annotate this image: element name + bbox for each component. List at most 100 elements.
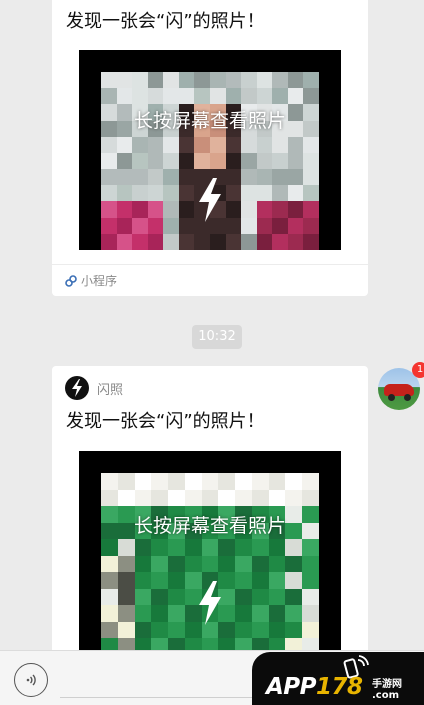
mosaic-pixel — [256, 152, 273, 170]
flash-bolt-icon — [199, 581, 221, 625]
mosaic-pixel — [225, 72, 242, 89]
mosaic-pixel — [168, 489, 185, 506]
flash-app-icon — [65, 376, 89, 400]
mosaic-pixel — [194, 233, 210, 250]
mosaic-pixel — [178, 169, 195, 186]
mosaic-pixel — [287, 136, 304, 153]
mosaic-pixel — [287, 185, 304, 202]
flash-photo-card-2[interactable]: 闪照 发现一张会“闪”的照片！ 长按屏幕查看照片 — [52, 366, 368, 666]
mosaic-pixel — [287, 217, 304, 234]
mosaic-pixel — [225, 88, 242, 105]
unread-badge: 1 — [412, 362, 424, 378]
mosaic-pixel — [241, 233, 257, 250]
mosaic-pixel — [201, 489, 219, 506]
mosaic-pixel — [168, 588, 185, 605]
message-input[interactable] — [60, 697, 260, 698]
mosaic-pixel — [163, 169, 179, 186]
mosaic-pixel — [132, 88, 148, 105]
mosaic-pixel — [241, 72, 257, 89]
mosaic-pixel — [241, 169, 257, 186]
mosaic-pixel — [218, 555, 236, 572]
mosaic-pixel — [117, 572, 135, 589]
mosaic-pixel — [117, 588, 135, 605]
mosaic-pixel — [117, 539, 135, 556]
card-title: 发现一张会“闪”的照片！ — [66, 411, 265, 432]
mosaic-pixel — [116, 88, 133, 105]
mosaic-pixel — [241, 152, 257, 170]
flash-bolt-icon — [199, 178, 221, 222]
mosaic-pixel — [256, 72, 273, 89]
mosaic-pixel — [256, 136, 273, 153]
mosaic-pixel — [303, 233, 319, 250]
mosaic-pixel — [209, 233, 226, 250]
mosaic-pixel — [268, 489, 286, 506]
mosaic-pixel — [194, 88, 210, 105]
mosaic-pixel — [134, 588, 152, 605]
mosaic-pixel — [287, 233, 304, 250]
mosaic-pixel — [151, 572, 169, 589]
mosaic-pixel — [168, 572, 185, 589]
mosaic-pixel — [303, 185, 319, 202]
mosaic-pixel — [116, 72, 133, 89]
mosaic-pixel — [235, 489, 252, 506]
pixelated-photo — [101, 72, 319, 250]
mosaic-pixel — [241, 88, 257, 105]
watermark-logo: APP178 — [266, 674, 363, 700]
mosaic-pixel — [201, 473, 219, 490]
mosaic-pixel — [303, 136, 319, 153]
flash-photo-card-1[interactable]: 发现一张会“闪”的照片！ 长按屏幕查看照片 小程序 — [52, 0, 368, 296]
mosaic-pixel — [272, 185, 288, 202]
mosaic-pixel — [147, 88, 164, 105]
mosaic-pixel — [132, 217, 148, 234]
mosaic-pixel — [184, 539, 202, 556]
mosaic-pixel — [209, 152, 226, 170]
mosaic-pixel — [251, 605, 269, 622]
mini-program-footer[interactable]: 小程序 — [52, 264, 368, 296]
mosaic-pixel — [287, 152, 304, 170]
mosaic-pixel — [303, 201, 319, 218]
mosaic-pixel — [168, 473, 185, 490]
mosaic-pixel — [163, 88, 179, 105]
mosaic-pixel — [117, 489, 135, 506]
mosaic-pixel — [132, 136, 148, 153]
voice-button[interactable] — [14, 663, 48, 697]
mosaic-pixel — [116, 152, 133, 170]
mosaic-pixel — [256, 88, 273, 105]
mosaic-pixel — [101, 605, 118, 622]
mosaic-pixel — [218, 539, 236, 556]
mosaic-pixel — [268, 588, 286, 605]
mosaic-pixel — [101, 621, 118, 638]
mosaic-pixel — [302, 555, 319, 572]
mosaic-pixel — [151, 539, 169, 556]
mosaic-pixel — [101, 233, 117, 250]
mosaic-pixel — [134, 539, 152, 556]
mosaic-pixel — [101, 588, 118, 605]
long-press-hint: 长按屏幕查看照片 — [133, 515, 286, 537]
mosaic-pixel — [194, 136, 210, 153]
mosaic-pixel — [151, 489, 169, 506]
mosaic-pixel — [178, 72, 195, 89]
mosaic-pixel — [101, 489, 118, 506]
mosaic-pixel — [151, 605, 169, 622]
mosaic-pixel — [285, 489, 303, 506]
mosaic-pixel — [132, 72, 148, 89]
mosaic-pixel — [251, 473, 269, 490]
mosaic-pixel — [285, 621, 303, 638]
mosaic-pixel — [178, 185, 195, 202]
mosaic-pixel — [101, 572, 118, 589]
mosaic-pixel — [147, 233, 164, 250]
mosaic-pixel — [194, 152, 210, 170]
mosaic-pixel — [303, 88, 319, 105]
mini-program-label: 小程序 — [81, 274, 118, 288]
pixelated-photo — [101, 473, 319, 666]
photo-thumbnail[interactable]: 长按屏幕查看照片 — [79, 50, 341, 250]
mosaic-pixel — [168, 605, 185, 622]
photo-thumbnail[interactable]: 长按屏幕查看照片 — [79, 451, 341, 666]
card-title: 发现一张会“闪”的照片！ — [66, 11, 265, 32]
mosaic-pixel — [134, 572, 152, 589]
mosaic-pixel — [116, 217, 133, 234]
mosaic-pixel — [132, 152, 148, 170]
mosaic-pixel — [151, 473, 169, 490]
mosaic-pixel — [272, 201, 288, 218]
mosaic-pixel — [101, 72, 117, 89]
